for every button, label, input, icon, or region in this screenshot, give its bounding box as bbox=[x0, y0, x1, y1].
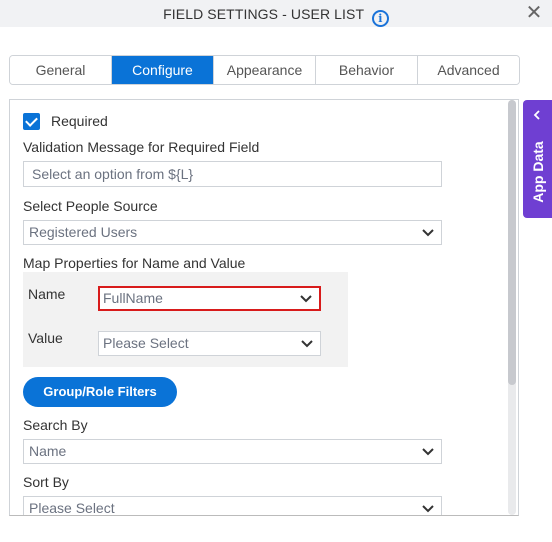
chevron-down-icon bbox=[422, 229, 434, 237]
scrollbar-thumb[interactable] bbox=[508, 100, 516, 385]
chevron-down-icon bbox=[422, 505, 434, 513]
tab-behavior[interactable]: Behavior bbox=[316, 56, 418, 84]
map-value-value: Please Select bbox=[103, 335, 189, 351]
required-checkbox[interactable] bbox=[23, 112, 40, 130]
required-label: Required bbox=[51, 113, 108, 129]
chevron-down-icon bbox=[300, 295, 312, 303]
people-source-label: Select People Source bbox=[23, 198, 158, 214]
sort-by-select[interactable]: Please Select bbox=[23, 496, 442, 516]
tab-configure[interactable]: Configure bbox=[112, 56, 214, 84]
sort-by-label: Sort By bbox=[23, 474, 69, 490]
search-by-value: Name bbox=[29, 443, 67, 459]
app-data-panel-toggle[interactable]: App Data bbox=[523, 100, 552, 218]
validation-message-input[interactable]: Select an option from ${L} bbox=[23, 161, 442, 187]
validation-message-label: Validation Message for Required Field bbox=[23, 139, 260, 155]
app-data-label: App Data bbox=[530, 141, 546, 203]
chevron-down-icon bbox=[301, 340, 313, 348]
group-role-filters-button[interactable]: Group/Role Filters bbox=[23, 377, 177, 407]
configure-panel: Required Validation Message for Required… bbox=[9, 99, 519, 516]
tab-general[interactable]: General bbox=[10, 56, 112, 84]
dialog-header: FIELD SETTINGS - USER LIST i ✕ bbox=[0, 0, 552, 27]
sort-by-value: Please Select bbox=[29, 500, 115, 516]
scrollbar-track[interactable] bbox=[508, 100, 516, 515]
required-row: Required bbox=[23, 111, 108, 131]
map-value-label: Value bbox=[28, 330, 63, 346]
chevron-down-icon bbox=[422, 448, 434, 456]
close-icon[interactable]: ✕ bbox=[524, 3, 544, 23]
map-properties-box: Name FullName Value Please Select bbox=[23, 272, 348, 367]
map-value-select[interactable]: Please Select bbox=[98, 331, 321, 356]
people-source-value: Registered Users bbox=[29, 224, 138, 240]
map-name-value: FullName bbox=[103, 290, 163, 306]
tab-appearance[interactable]: Appearance bbox=[214, 56, 316, 84]
people-source-select[interactable]: Registered Users bbox=[23, 220, 442, 245]
map-name-label: Name bbox=[28, 286, 66, 302]
settings-tabs: General Configure Appearance Behavior Ad… bbox=[9, 55, 520, 85]
map-properties-label: Map Properties for Name and Value bbox=[23, 255, 246, 271]
tab-advanced[interactable]: Advanced bbox=[418, 56, 519, 84]
map-name-select[interactable]: FullName bbox=[98, 286, 321, 311]
chevron-left-icon bbox=[533, 110, 540, 120]
info-icon[interactable]: i bbox=[371, 10, 389, 27]
dialog-title: FIELD SETTINGS - USER LIST i bbox=[0, 6, 552, 27]
search-by-select[interactable]: Name bbox=[23, 439, 442, 464]
dialog-title-text: FIELD SETTINGS - USER LIST bbox=[163, 6, 364, 22]
search-by-label: Search By bbox=[23, 417, 88, 433]
